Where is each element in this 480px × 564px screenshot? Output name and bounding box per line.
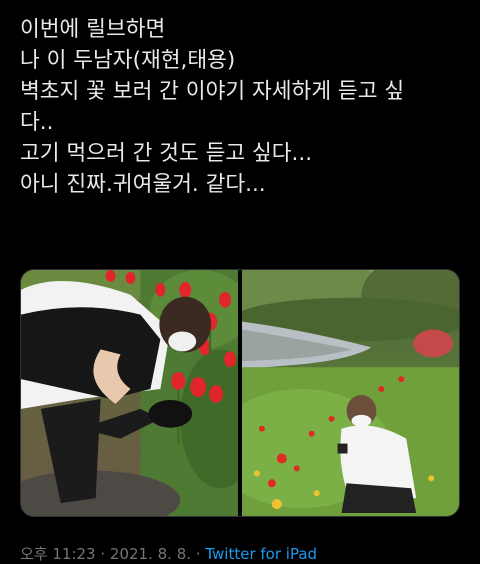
tweet-date[interactable]: 2021. 8. 8.	[110, 545, 191, 563]
meta-separator: ·	[95, 545, 110, 563]
tweet-line: 아니 진짜.귀여울거. 같다...	[20, 172, 266, 197]
tweet-line: 이번에 릴브하면	[20, 17, 166, 42]
tweet-line: 나 이 두남자(재현,태용)	[20, 48, 236, 73]
tweet-source-link[interactable]: Twitter for iPad	[205, 545, 317, 563]
tweet-line: 고기 먹으러 간 것도 듣고 싶다...	[20, 141, 313, 166]
tweet-line: 벽초지 꽃 보러 간 이야기 자세하게 듣고 싶	[20, 79, 405, 104]
media-photo-right[interactable]	[242, 270, 459, 516]
photo-crouching-man-tulips	[21, 270, 238, 516]
meta-separator: ·	[191, 545, 206, 563]
tweet-metadata: 오후 11:23 · 2021. 8. 8. · Twitter for iPa…	[20, 544, 317, 564]
media-photo-left[interactable]	[21, 270, 238, 516]
tweet-media-grid	[20, 269, 460, 517]
tweet-line: 다..	[20, 110, 54, 135]
tweet-time[interactable]: 오후 11:23	[20, 545, 96, 563]
photo-man-photographing-tulips-by-pond	[242, 270, 459, 516]
tweet-text: 이번에 릴브하면 나 이 두남자(재현,태용) 벽초지 꽃 보러 간 이야기 자…	[20, 14, 470, 200]
